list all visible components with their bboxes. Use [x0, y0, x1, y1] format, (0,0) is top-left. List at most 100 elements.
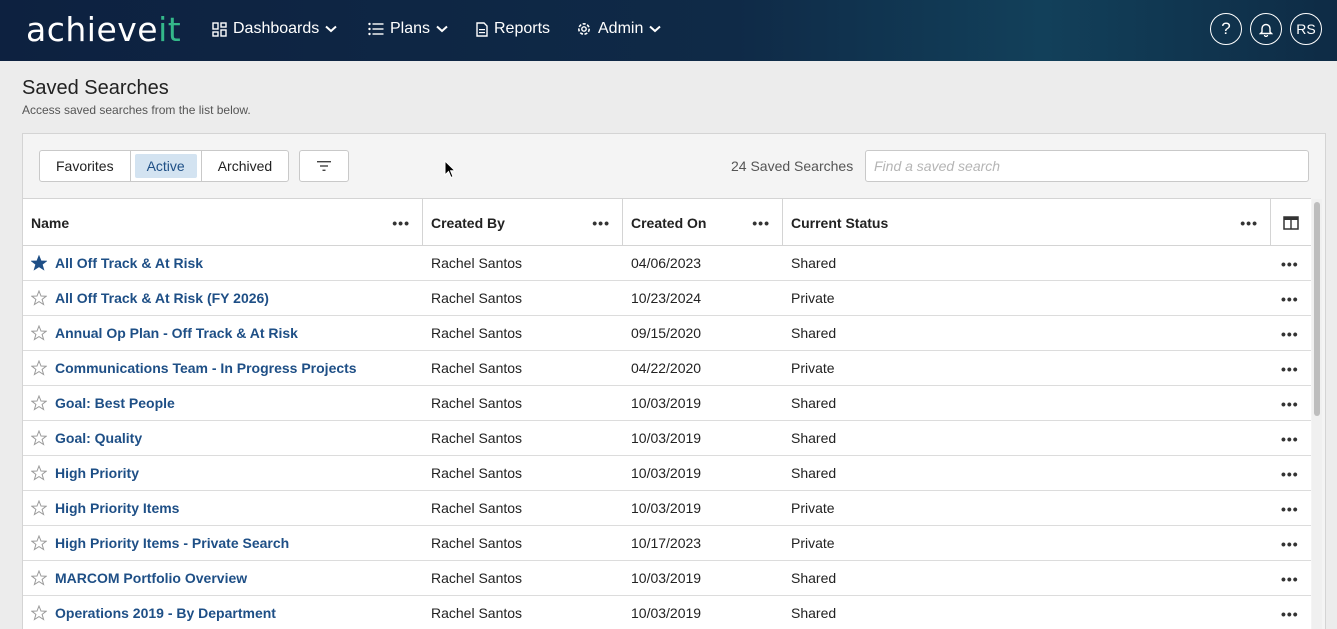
chevron-down-icon	[649, 25, 662, 33]
tab-active[interactable]: Active	[134, 154, 197, 178]
column-menu-icon[interactable]: •••	[392, 215, 410, 231]
saved-search-link[interactable]: High Priority Items - Private Search	[55, 535, 289, 551]
vertical-scrollbar[interactable]	[1312, 199, 1322, 629]
filter-button[interactable]	[299, 150, 349, 182]
row-status: Private	[791, 360, 835, 376]
row-name-cell: Communications Team - In Progress Projec…	[31, 351, 357, 385]
help-button[interactable]: ?	[1210, 13, 1242, 45]
column-header-name[interactable]: Name •••	[23, 199, 423, 246]
star-outline-icon[interactable]	[31, 465, 47, 481]
star-outline-icon[interactable]	[31, 605, 47, 621]
table-row[interactable]: Goal: Quality Rachel Santos 10/03/2019 Shar…	[23, 421, 1311, 456]
column-header-current-status[interactable]: Current Status •••	[783, 199, 1271, 246]
row-created-on: 04/06/2023	[631, 255, 702, 271]
column-menu-icon[interactable]: •••	[752, 215, 770, 231]
star-outline-icon[interactable]	[31, 290, 47, 306]
saved-search-link[interactable]: High Priority Items	[55, 500, 179, 516]
row-actions-icon[interactable]: •••	[1281, 431, 1299, 447]
nav-admin[interactable]: Admin	[576, 18, 662, 40]
row-created-by: Rachel Santos	[431, 465, 523, 481]
row-status: Shared	[791, 465, 837, 481]
table-row[interactable]: High Priority Items - Private Search Rach…	[23, 526, 1311, 561]
star-outline-icon[interactable]	[31, 395, 47, 411]
row-actions-icon[interactable]: •••	[1281, 361, 1299, 377]
row-created-on: 09/15/2020	[631, 325, 702, 341]
column-header-created-by[interactable]: Created By •••	[423, 199, 623, 246]
chevron-down-icon	[436, 25, 448, 33]
mouse-cursor-icon	[444, 160, 456, 179]
nav-dashboards[interactable]: Dashboards	[212, 18, 337, 40]
chevron-down-icon	[325, 25, 337, 33]
search-input[interactable]	[865, 150, 1309, 182]
saved-search-link[interactable]: Goal: Best People	[55, 395, 175, 411]
column-header-label: Created By	[431, 214, 505, 231]
logo[interactable]: achieveit	[26, 10, 181, 49]
nav-plans-label: Plans	[390, 20, 431, 37]
top-navigation-bar: achieveit Dashboards Plans Reports Admin…	[0, 0, 1337, 61]
column-menu-icon[interactable]: •••	[1240, 215, 1258, 231]
star-outline-icon[interactable]	[31, 570, 47, 586]
row-created-on: 10/03/2019	[631, 465, 702, 481]
star-filled-icon[interactable]	[31, 255, 47, 271]
saved-search-link[interactable]: MARCOM Portfolio Overview	[55, 570, 247, 586]
row-created-by: Rachel Santos	[431, 570, 523, 586]
star-outline-icon[interactable]	[31, 535, 47, 551]
row-created-by: Rachel Santos	[431, 395, 523, 411]
notifications-button[interactable]	[1250, 13, 1282, 45]
nav-plans[interactable]: Plans	[368, 18, 448, 40]
row-created-on: 10/03/2019	[631, 500, 702, 516]
saved-search-link[interactable]: Annual Op Plan - Off Track & At Risk	[55, 325, 298, 341]
page-subtitle: Access saved searches from the list belo…	[22, 103, 251, 117]
scrollbar-thumb[interactable]	[1314, 202, 1320, 416]
saved-search-link[interactable]: Goal: Quality	[55, 430, 142, 446]
row-name-cell: Goal: Quality	[31, 421, 142, 455]
document-icon	[476, 21, 488, 37]
user-avatar[interactable]: RS	[1290, 13, 1322, 45]
row-actions-icon[interactable]: •••	[1281, 396, 1299, 412]
list-icon	[368, 22, 384, 36]
saved-search-link[interactable]: All Off Track & At Risk	[55, 255, 203, 271]
row-actions-icon[interactable]: •••	[1281, 256, 1299, 272]
row-name-cell: MARCOM Portfolio Overview	[31, 561, 247, 595]
saved-search-link[interactable]: Operations 2019 - By Department	[55, 605, 276, 621]
tab-archived[interactable]: Archived	[200, 151, 288, 181]
saved-search-link[interactable]: Communications Team - In Progress Projec…	[55, 360, 357, 376]
row-actions-icon[interactable]: •••	[1281, 501, 1299, 517]
row-status: Shared	[791, 255, 837, 271]
table-row[interactable]: Operations 2019 - By Department Rachel Sa…	[23, 596, 1311, 629]
row-actions-icon[interactable]: •••	[1281, 291, 1299, 307]
star-outline-icon[interactable]	[31, 430, 47, 446]
nav-reports[interactable]: Reports	[476, 18, 550, 40]
row-created-on: 10/03/2019	[631, 395, 702, 411]
star-outline-icon[interactable]	[31, 360, 47, 376]
column-header-created-on[interactable]: Created On •••	[623, 199, 783, 246]
row-actions-icon[interactable]: •••	[1281, 536, 1299, 552]
table-row[interactable]: Goal: Best People Rachel Santos 10/03/2019…	[23, 386, 1311, 421]
table-row[interactable]: High Priority Rachel Santos 10/03/2019 Shar…	[23, 456, 1311, 491]
gear-icon	[578, 23, 590, 35]
column-menu-icon[interactable]: •••	[592, 215, 610, 231]
row-actions-icon[interactable]: •••	[1281, 326, 1299, 342]
row-name-cell: Annual Op Plan - Off Track & At Risk	[31, 316, 298, 350]
row-actions-icon[interactable]: •••	[1281, 466, 1299, 482]
table-row[interactable]: High Priority Items Rachel Santos 10/03/20…	[23, 491, 1311, 526]
table-row[interactable]: Communications Team - In Progress Projec…	[23, 351, 1311, 386]
table-row[interactable]: MARCOM Portfolio Overview Rachel Santos 10…	[23, 561, 1311, 596]
row-actions-icon[interactable]: •••	[1281, 571, 1299, 587]
saved-searches-panel: Favorites Active Archived 24 Saved Searc…	[22, 133, 1326, 629]
table-row[interactable]: All Off Track & At Risk (FY 2026) Rachel …	[23, 281, 1311, 316]
logo-text: achieve	[26, 10, 159, 49]
row-created-by: Rachel Santos	[431, 360, 523, 376]
row-status: Shared	[791, 325, 837, 341]
row-created-by: Rachel Santos	[431, 290, 523, 306]
saved-search-link[interactable]: All Off Track & At Risk (FY 2026)	[55, 290, 269, 306]
row-actions-icon[interactable]: •••	[1281, 606, 1299, 622]
table-row[interactable]: Annual Op Plan - Off Track & At Risk Rach…	[23, 316, 1311, 351]
star-outline-icon[interactable]	[31, 500, 47, 516]
star-outline-icon[interactable]	[31, 325, 47, 341]
row-name-cell: High Priority Items	[31, 491, 179, 525]
tab-favorites[interactable]: Favorites	[40, 151, 131, 181]
saved-search-link[interactable]: High Priority	[55, 465, 139, 481]
table-row[interactable]: All Off Track & At Risk Rachel Santos 04/0…	[23, 246, 1311, 281]
column-chooser-button[interactable]	[1271, 199, 1311, 246]
